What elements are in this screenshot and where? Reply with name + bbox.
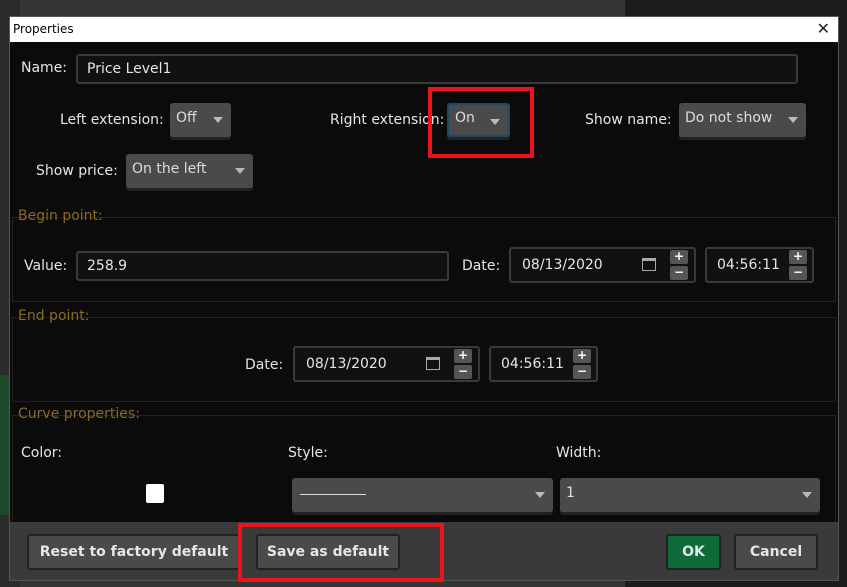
width-select[interactable]: 1 — [560, 478, 820, 512]
title-bar: Properties ✕ — [10, 17, 838, 42]
close-icon[interactable]: ✕ — [817, 19, 830, 38]
end-date-label: Date: — [245, 357, 284, 373]
properties-dialog: Properties ✕ Name: Price Level1 Left ext… — [9, 16, 839, 582]
show-price-select[interactable]: On the left — [126, 154, 253, 188]
cancel-button[interactable]: Cancel — [734, 534, 818, 570]
name-input[interactable]: Price Level1 — [76, 54, 798, 84]
show-name-select[interactable]: Do not show — [679, 103, 806, 137]
end-date-decrement[interactable]: − — [454, 365, 472, 379]
chevron-down-icon — [535, 492, 545, 498]
width-value: 1 — [566, 485, 575, 501]
line-style-preview — [300, 494, 366, 495]
show-name-value: Do not show — [685, 110, 773, 126]
show-price-value: On the left — [132, 161, 207, 177]
style-select[interactable] — [292, 478, 553, 512]
dialog-title: Properties — [13, 22, 74, 36]
value-input[interactable]: 258.9 — [76, 251, 449, 281]
highlight-box — [428, 87, 534, 158]
begin-time-increment[interactable]: + — [789, 250, 807, 264]
end-date-input[interactable]: 08/13/2020 — [293, 346, 480, 382]
begin-time-decrement[interactable]: − — [789, 266, 807, 280]
chevron-down-icon — [235, 168, 245, 174]
chevron-down-icon — [802, 492, 812, 498]
calendar-icon[interactable] — [642, 258, 656, 271]
highlight-box — [238, 523, 444, 582]
end-date-increment[interactable]: + — [454, 349, 472, 363]
reset-factory-default-button[interactable]: Reset to factory default — [27, 534, 241, 570]
show-price-label: Show price: — [36, 163, 118, 179]
name-label: Name: — [21, 60, 68, 76]
begin-point-title: Begin point: — [18, 208, 103, 224]
value-label: Value: — [24, 258, 68, 274]
style-label: Style: — [288, 445, 328, 461]
left-extension-value: Off — [176, 110, 197, 126]
calendar-icon[interactable] — [426, 357, 440, 370]
width-label: Width: — [556, 445, 602, 461]
left-extension-label: Left extension: — [60, 112, 164, 128]
color-label: Color: — [21, 445, 63, 461]
begin-time-value: 04:56:11 — [717, 257, 780, 273]
curve-properties-title: Curve properties: — [18, 406, 140, 422]
ok-button[interactable]: OK — [666, 534, 721, 570]
show-name-label: Show name: — [585, 112, 672, 128]
end-time-value: 04:56:11 — [501, 356, 564, 372]
end-time-decrement[interactable]: − — [573, 365, 591, 379]
chevron-down-icon — [213, 117, 223, 123]
begin-date-increment[interactable]: + — [670, 250, 688, 264]
end-date-value: 08/13/2020 — [306, 356, 387, 372]
color-swatch[interactable] — [146, 484, 164, 503]
end-point-title: End point: — [18, 308, 90, 324]
begin-date-value: 08/13/2020 — [522, 257, 603, 273]
begin-date-decrement[interactable]: − — [670, 266, 688, 280]
begin-date-input[interactable]: 08/13/2020 — [509, 247, 696, 283]
end-time-increment[interactable]: + — [573, 349, 591, 363]
left-extension-select[interactable]: Off — [170, 103, 231, 137]
chevron-down-icon — [788, 117, 798, 123]
begin-date-label: Date: — [462, 258, 501, 274]
